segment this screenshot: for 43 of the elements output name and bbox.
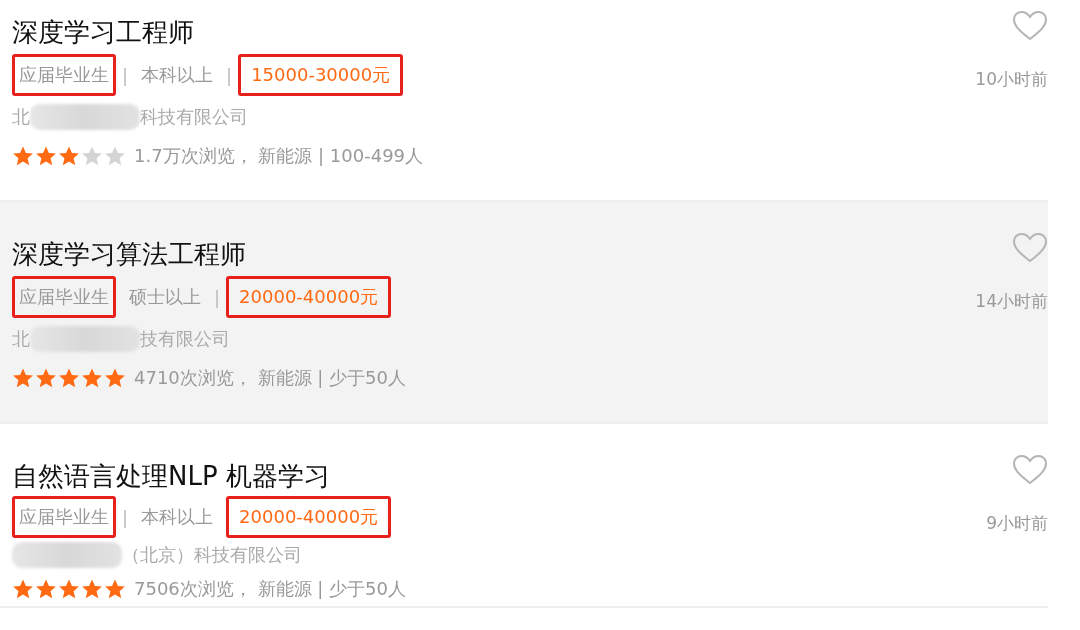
filled-star-icon: [35, 367, 57, 389]
post-time: 10小时前: [975, 68, 1048, 91]
post-time: 9小时前: [986, 512, 1048, 535]
graduate-tag: 应届毕业生: [12, 276, 116, 318]
job-title[interactable]: 自然语言处理NLP 机器学习: [12, 456, 406, 496]
heart-icon[interactable]: [1012, 232, 1048, 264]
job-card[interactable]: 深度学习工程师 应届毕业生 | 本科以上 | 15000-30000元 北 科技有限公司 1.7万次浏览， 新能源 | 100-499人 10小时前: [0, 0, 1048, 200]
empty-star-icon: [81, 145, 103, 167]
filled-star-icon: [12, 577, 34, 600]
separator: |: [226, 64, 233, 86]
filled-star-icon: [58, 577, 80, 600]
graduate-tag: 应届毕业生: [12, 54, 116, 96]
filled-star-icon: [35, 145, 57, 167]
salary-range: 20000-40000元: [226, 496, 392, 538]
education-requirement: 硕士以上: [128, 285, 202, 309]
job-stats: 4710次浏览， 新能源 | 少于50人: [134, 366, 406, 390]
job-stats: 7506次浏览， 新能源 | 少于50人: [134, 576, 406, 601]
filled-star-icon: [104, 367, 126, 389]
job-title[interactable]: 深度学习工程师: [12, 12, 424, 52]
filled-star-icon: [58, 145, 80, 167]
post-time: 14小时前: [975, 290, 1048, 313]
education-requirement: 本科以上: [140, 63, 215, 87]
filled-star-icon: [35, 577, 57, 600]
filled-star-icon: [12, 367, 34, 389]
filled-star-icon: [12, 145, 34, 167]
separator: |: [122, 64, 129, 86]
heart-icon[interactable]: [1012, 454, 1048, 486]
filled-star-icon: [104, 577, 126, 600]
graduate-tag: 应届毕业生: [12, 496, 116, 538]
separator: |: [122, 506, 129, 528]
job-title[interactable]: 深度学习算法工程师: [12, 234, 406, 274]
filled-star-icon: [81, 577, 103, 600]
empty-star-icon: [104, 145, 126, 167]
job-card[interactable]: 深度学习算法工程师 应届毕业生 硕士以上 | 20000-40000元 北 技有限公司 4710次浏览， 新能源 | 少于50人 14小时前: [0, 202, 1048, 422]
filled-star-icon: [58, 367, 80, 389]
separator: |: [214, 286, 221, 308]
heart-icon[interactable]: [1012, 10, 1048, 42]
education-requirement: 本科以上: [140, 505, 215, 529]
job-stats: 1.7万次浏览， 新能源 | 100-499人: [134, 144, 424, 168]
salary-range: 15000-30000元: [238, 54, 404, 96]
filled-star-icon: [81, 367, 103, 389]
salary-range: 20000-40000元: [226, 276, 392, 318]
job-card[interactable]: 自然语言处理NLP 机器学习 应届毕业生 | 本科以上 20000-40000元 （北京）科技有限公司 7506次浏览， 新能源 | 少于50人 9小时前: [0, 424, 1048, 606]
